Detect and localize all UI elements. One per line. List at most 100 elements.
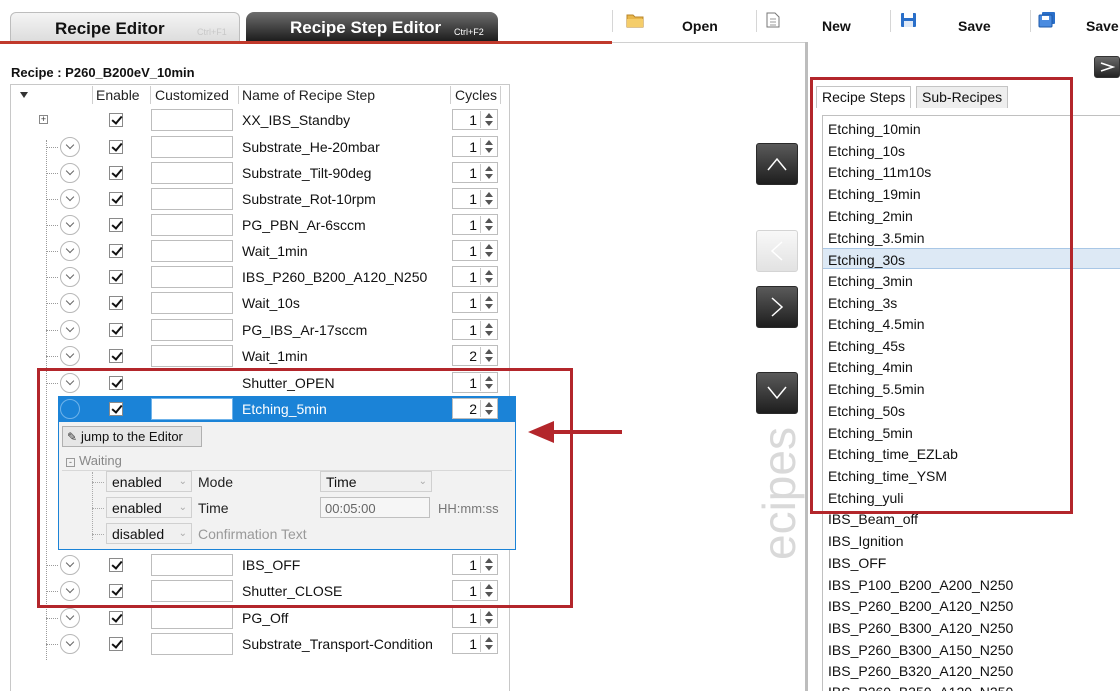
new-document-icon[interactable] xyxy=(764,12,782,28)
header-customized[interactable]: Customized xyxy=(155,87,229,103)
expand-chevron-icon[interactable] xyxy=(60,241,80,261)
table-row[interactable]: Substrate_Transport-Condition 1 xyxy=(0,631,520,657)
spin-arrows-icon[interactable] xyxy=(480,242,496,259)
list-item[interactable]: IBS_P260_B200_A120_N250 xyxy=(828,598,1013,619)
customized-field[interactable] xyxy=(151,292,233,314)
table-row[interactable]: Substrate_Tilt-90deg 1 xyxy=(0,160,520,186)
enable-checkbox[interactable] xyxy=(109,166,123,180)
spin-arrows-icon[interactable] xyxy=(480,190,496,207)
open-button[interactable]: Open xyxy=(682,18,718,34)
expand-plus-icon[interactable]: + xyxy=(39,115,48,124)
tab-recipe-editor[interactable]: Recipe Editor Ctrl+F1 xyxy=(10,12,240,42)
move-down-button[interactable] xyxy=(756,372,798,414)
customized-field[interactable] xyxy=(151,188,233,210)
table-row[interactable]: PG_IBS_Ar-17sccm 1 xyxy=(0,317,520,343)
customized-field[interactable] xyxy=(151,109,233,131)
cycles-stepper[interactable]: 1 xyxy=(452,162,498,183)
customized-field[interactable] xyxy=(151,319,233,341)
spin-arrows-icon[interactable] xyxy=(480,164,496,181)
header-cycles[interactable]: Cycles xyxy=(455,87,497,103)
customized-field[interactable] xyxy=(151,162,233,184)
list-item[interactable]: IBS_P260_B320_A120_N250 xyxy=(828,663,1013,684)
remove-step-button[interactable] xyxy=(756,230,798,272)
enable-checkbox[interactable] xyxy=(109,637,123,651)
list-item[interactable]: IBS_OFF xyxy=(828,555,886,576)
spin-arrows-icon[interactable] xyxy=(480,635,496,652)
customized-field[interactable] xyxy=(151,266,233,288)
enable-checkbox[interactable] xyxy=(109,296,123,310)
save-as-icon[interactable] xyxy=(1038,12,1056,28)
save-disk-icon[interactable] xyxy=(900,12,918,28)
collapse-root-icon[interactable] xyxy=(20,92,28,98)
spin-arrows-icon[interactable] xyxy=(480,294,496,311)
cycles-stepper[interactable]: 1 xyxy=(452,319,498,340)
table-row[interactable]: Wait_1min 2 xyxy=(0,343,520,369)
spin-arrows-icon[interactable] xyxy=(480,268,496,285)
list-item[interactable]: IBS_P100_B200_A200_N250 xyxy=(828,577,1013,598)
spin-arrows-icon[interactable] xyxy=(480,216,496,233)
list-item[interactable]: IBS_P260_B300_A120_N250 xyxy=(828,620,1013,641)
cycles-stepper[interactable]: 1 xyxy=(452,292,498,313)
cycles-stepper[interactable]: 1 xyxy=(452,214,498,235)
spin-arrows-icon[interactable] xyxy=(480,347,496,364)
spin-arrows-icon[interactable] xyxy=(480,138,496,155)
expand-chevron-icon[interactable] xyxy=(60,215,80,235)
cycles-stepper[interactable]: 1 xyxy=(452,109,498,130)
customized-field[interactable] xyxy=(151,136,233,158)
enable-checkbox[interactable] xyxy=(109,140,123,154)
enable-checkbox[interactable] xyxy=(109,349,123,363)
cycles-stepper[interactable]: 1 xyxy=(452,188,498,209)
enable-checkbox[interactable] xyxy=(109,218,123,232)
new-button[interactable]: New xyxy=(822,18,851,34)
list-item[interactable]: IBS_Beam_off xyxy=(828,511,918,532)
customized-field[interactable] xyxy=(151,214,233,236)
table-row[interactable]: Substrate_He-20mbar 1 xyxy=(0,134,520,160)
list-item[interactable]: IBS_Ignition xyxy=(828,533,904,554)
cycles-stepper[interactable]: 2 xyxy=(452,345,498,366)
cycles-stepper[interactable]: 1 xyxy=(452,240,498,261)
enable-checkbox[interactable] xyxy=(109,192,123,206)
header-step-name[interactable]: Name of Recipe Step xyxy=(242,87,375,103)
table-row[interactable]: PG_PBN_Ar-6sccm 1 xyxy=(0,212,520,238)
enable-checkbox[interactable] xyxy=(109,113,123,127)
list-item[interactable]: IBS_P260_B300_A150_N250 xyxy=(828,642,1013,663)
expand-chevron-icon[interactable] xyxy=(60,293,80,313)
expand-chevron-icon[interactable] xyxy=(60,320,80,340)
move-up-button[interactable] xyxy=(756,143,798,185)
expand-chevron-icon[interactable] xyxy=(60,634,80,654)
expand-chevron-icon[interactable] xyxy=(60,267,80,287)
cycles-stepper[interactable]: 1 xyxy=(452,136,498,157)
tab-recipe-step-editor[interactable]: Recipe Step Editor Ctrl+F2 xyxy=(246,12,498,42)
panel-toggle-button[interactable] xyxy=(1094,56,1120,78)
save-button[interactable]: Save xyxy=(958,18,991,34)
cycles-stepper[interactable]: 1 xyxy=(452,633,498,654)
cycles-stepper[interactable]: 1 xyxy=(452,266,498,287)
customized-field[interactable] xyxy=(151,607,233,629)
enable-checkbox[interactable] xyxy=(109,323,123,337)
enable-checkbox[interactable] xyxy=(109,244,123,258)
customized-field[interactable] xyxy=(151,345,233,367)
open-folder-icon[interactable] xyxy=(626,12,644,28)
table-row[interactable]: Wait_1min 1 xyxy=(0,238,520,264)
panel-splitter[interactable] xyxy=(805,42,808,691)
spin-arrows-icon[interactable] xyxy=(480,111,496,128)
cycles-stepper[interactable]: 1 xyxy=(452,607,498,628)
list-item[interactable]: IBS_P260_B350_A120_N250 xyxy=(828,684,1013,691)
table-row[interactable]: XX_IBS_Standby 1 xyxy=(0,107,520,133)
add-step-button[interactable] xyxy=(756,286,798,328)
table-row[interactable]: PG_Off 1 xyxy=(0,605,520,631)
enable-checkbox[interactable] xyxy=(109,270,123,284)
save-as-button[interactable]: Save xyxy=(1086,18,1119,34)
expand-chevron-icon[interactable] xyxy=(60,346,80,366)
customized-field[interactable] xyxy=(151,633,233,655)
table-row[interactable]: Wait_10s 1 xyxy=(0,290,520,316)
expand-chevron-icon[interactable] xyxy=(60,608,80,628)
header-enable[interactable]: Enable xyxy=(96,87,140,103)
table-row[interactable]: IBS_P260_B200_A120_N250 1 xyxy=(0,264,520,290)
expand-chevron-icon[interactable] xyxy=(60,137,80,157)
table-row[interactable]: Substrate_Rot-10rpm 1 xyxy=(0,186,520,212)
expand-chevron-icon[interactable] xyxy=(60,163,80,183)
enable-checkbox[interactable] xyxy=(109,611,123,625)
spin-arrows-icon[interactable] xyxy=(480,609,496,626)
expand-chevron-icon[interactable] xyxy=(60,189,80,209)
